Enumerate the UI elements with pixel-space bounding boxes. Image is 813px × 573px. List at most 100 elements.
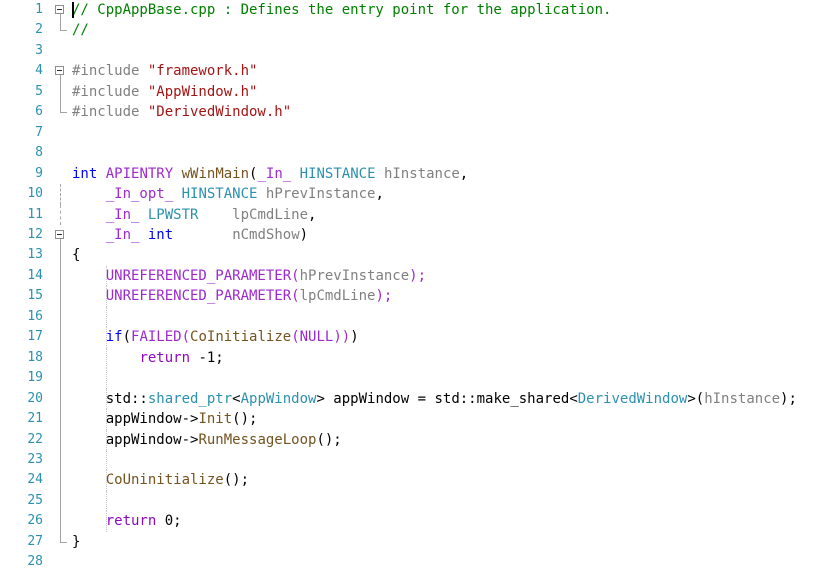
code-line[interactable]: 12 _In_ int nCmdShow) xyxy=(0,225,813,246)
outlining-margin xyxy=(52,204,72,225)
code-line-text[interactable]: UNREFERENCED_PARAMETER(hPrevInstance); xyxy=(72,265,813,287)
line-number: 23 xyxy=(27,451,43,467)
code-line-text[interactable]: // xyxy=(72,20,813,40)
code-token: (); xyxy=(223,472,250,489)
fold-collapse-button[interactable] xyxy=(55,229,64,239)
line-number: 1 xyxy=(35,2,43,17)
code-editor[interactable]: 1 // CppAppBase.cpp : Defines the entry p… xyxy=(0,0,813,573)
code-line-text[interactable] xyxy=(72,368,813,389)
code-line[interactable]: 20 std::shared_ptr<AppWindow> appWindow … xyxy=(0,388,813,410)
code-line-text[interactable]: if(FAILED(CoInitialize(NULL))) xyxy=(72,327,813,348)
outlining-margin xyxy=(52,552,72,572)
code-line[interactable]: 25 xyxy=(0,490,813,512)
code-token: UNREFERENCED_PARAMETER( xyxy=(105,288,300,305)
code-token: RunMessageLoop xyxy=(198,431,317,448)
line-number: 25 xyxy=(27,492,43,508)
code-line-text[interactable]: } xyxy=(72,532,813,552)
code-line[interactable]: 2 // xyxy=(0,20,813,40)
code-line[interactable]: 24 CoUninitialize(); xyxy=(0,470,813,491)
code-line-text[interactable] xyxy=(72,552,813,572)
fold-scope-line xyxy=(60,265,61,287)
code-line-text[interactable]: return 0; xyxy=(72,511,813,532)
code-line[interactable]: 18 return -1; xyxy=(0,347,813,369)
code-line-text[interactable]: return -1; xyxy=(72,347,813,369)
code-line[interactable]: 27} xyxy=(0,531,813,552)
code-line[interactable]: 13 { xyxy=(0,245,813,266)
code-line[interactable]: 8 xyxy=(0,143,813,163)
code-line-text[interactable] xyxy=(72,123,813,143)
code-token: UNREFERENCED_PARAMETER( xyxy=(105,267,300,284)
code-line[interactable]: 1 // CppAppBase.cpp : Defines the entry p… xyxy=(0,0,813,21)
code-line-text[interactable]: std::shared_ptr<AppWindow> appWindow = s… xyxy=(72,388,813,410)
fold-collapse-button[interactable] xyxy=(55,66,64,76)
line-number: 10 xyxy=(27,186,43,202)
code-line-text[interactable]: UNREFERENCED_PARAMETER(lpCmdLine); xyxy=(72,286,813,307)
fold-collapse-button[interactable] xyxy=(55,5,64,14)
code-line-text[interactable]: // CppAppBase.cpp : Defines the entry po… xyxy=(72,0,813,20)
code-line[interactable]: 4 #include "framework.h" xyxy=(0,61,813,82)
code-line-text[interactable]: CoUninitialize(); xyxy=(72,470,813,491)
code-line-text[interactable] xyxy=(72,449,813,471)
code-line-text[interactable] xyxy=(72,306,813,328)
code-line-text[interactable] xyxy=(72,490,813,512)
code-line-text[interactable] xyxy=(72,41,813,61)
code-line[interactable]: 15 UNREFERENCED_PARAMETER(lpCmdLine); xyxy=(0,286,813,307)
code-token: APIENTRY xyxy=(105,165,174,182)
outlining-margin xyxy=(52,470,72,491)
indent-guide xyxy=(105,409,107,430)
code-line-text[interactable]: { xyxy=(72,245,813,265)
code-line[interactable]: 16 xyxy=(0,306,813,328)
line-number: 16 xyxy=(27,308,43,324)
code-line-text[interactable]: _In_ LPWSTR lpCmdLine, xyxy=(72,205,813,225)
code-line-text[interactable]: int APIENTRY wWinMain(_In_ HINSTANCE hIn… xyxy=(72,164,813,184)
code-line[interactable]: 3 xyxy=(0,41,813,61)
line-number: 13 xyxy=(27,247,43,263)
code-token: Init xyxy=(198,411,233,428)
code-line-text[interactable]: _In_ int nCmdShow) xyxy=(72,225,813,245)
indent-guide xyxy=(105,327,107,348)
code-token: } xyxy=(72,533,81,550)
fold-scope-line xyxy=(60,490,61,512)
code-line-text[interactable]: #include "framework.h" xyxy=(72,61,813,81)
code-line[interactable]: 10 _In_opt_ HINSTANCE hPrevInstance, xyxy=(0,184,813,205)
fold-scope-line xyxy=(60,429,61,450)
code-line[interactable]: 7 xyxy=(0,123,813,143)
code-line-text[interactable]: appWindow->Init(); xyxy=(72,409,813,430)
code-token: CoUninitialize xyxy=(105,472,224,489)
outlining-margin xyxy=(52,327,72,348)
code-line-text[interactable] xyxy=(72,143,813,163)
code-line-text[interactable]: #include "DerivedWindow.h" xyxy=(72,102,813,122)
code-line[interactable]: 11 _In_ LPWSTR lpCmdLine, xyxy=(0,204,813,225)
code-line[interactable]: 5 #include "AppWindow.h" xyxy=(0,81,813,103)
code-line[interactable]: 6 #include "DerivedWindow.h" xyxy=(0,102,813,122)
fold-scope-line xyxy=(60,409,61,430)
fold-scope-line xyxy=(60,327,61,348)
code-line[interactable]: 9 int APIENTRY wWinMain(_In_ HINSTANCE hI… xyxy=(0,164,813,184)
line-number: 28 xyxy=(27,554,43,570)
code-line-text[interactable]: _In_opt_ HINSTANCE hPrevInstance, xyxy=(72,184,813,204)
code-line[interactable]: 14 UNREFERENCED_PARAMETER(hPrevInstance)… xyxy=(0,265,813,287)
code-line[interactable]: 19 xyxy=(0,368,813,389)
indent-guide xyxy=(105,470,107,491)
code-line-text[interactable]: appWindow->RunMessageLoop(); xyxy=(72,429,813,450)
code-line[interactable]: 26 return 0; xyxy=(0,511,813,532)
code-line[interactable]: 23 xyxy=(0,449,813,471)
code-line[interactable]: 22 appWindow->RunMessageLoop(); xyxy=(0,429,813,450)
code-line[interactable]: 28 xyxy=(0,552,813,572)
fold-scope-line xyxy=(60,102,67,114)
outlining-margin xyxy=(52,511,72,532)
code-line[interactable]: 17 if(FAILED(CoInitialize(NULL))) xyxy=(0,327,813,348)
code-line[interactable]: 21 appWindow->Init(); xyxy=(0,409,813,430)
outlining-margin xyxy=(52,368,72,389)
code-token: #include xyxy=(72,63,148,80)
indent-guide xyxy=(105,347,107,369)
code-line-text[interactable]: #include "AppWindow.h" xyxy=(72,82,813,102)
line-number: 6 xyxy=(35,104,43,120)
code-token: AppWindow xyxy=(240,390,317,407)
outlining-margin xyxy=(52,449,72,471)
indent-guide xyxy=(105,286,107,307)
code-token: #include xyxy=(72,83,148,100)
